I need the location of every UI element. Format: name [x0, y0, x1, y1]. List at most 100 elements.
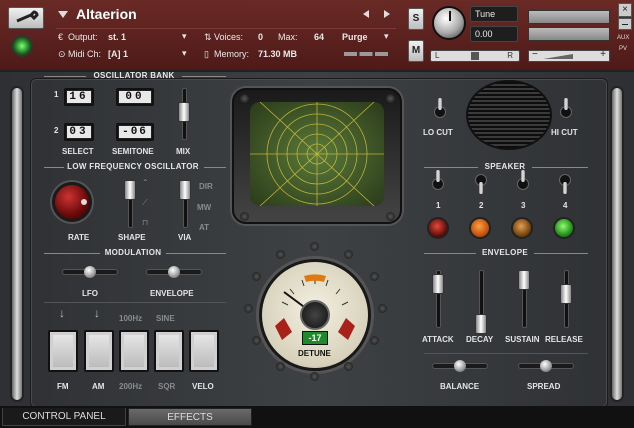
- osc-row1-number: 1: [54, 90, 59, 99]
- osc1-select-counter[interactable]: 16: [64, 88, 94, 106]
- 100hz-label: 100Hz: [119, 314, 143, 323]
- tab-effects[interactable]: EFFECTS: [128, 408, 252, 426]
- am-pad[interactable]: [84, 330, 114, 372]
- speaker-1-toggle[interactable]: [432, 170, 444, 192]
- power-led-icon[interactable]: [11, 35, 33, 57]
- speaker-3-lamp[interactable]: [511, 217, 533, 239]
- mix-slider-thumb[interactable]: [178, 102, 190, 122]
- midi-select[interactable]: [A] 1: [108, 49, 128, 59]
- mute-button[interactable]: M: [408, 40, 424, 62]
- sustain-slider-thumb[interactable]: [518, 270, 530, 290]
- volume-slider[interactable]: − +: [528, 49, 610, 62]
- osc1-select-value: 16: [66, 90, 92, 104]
- wrench-button[interactable]: [8, 7, 44, 29]
- memory-value: 71.30 MB: [258, 49, 298, 59]
- close-button[interactable]: ×: [618, 3, 632, 17]
- instrument-name[interactable]: Altaerion: [76, 6, 137, 22]
- tab-control-panel[interactable]: CONTROL PANEL: [2, 408, 126, 426]
- tune-label-box: Tune: [470, 6, 518, 22]
- purge-meter: [344, 52, 388, 56]
- scope-screw-tl: [240, 94, 249, 103]
- output-label: Output:: [68, 32, 98, 42]
- am-arrow-icon: ↓: [94, 306, 100, 320]
- speaker-2-number: 2: [479, 201, 484, 210]
- envelope-mod-handle[interactable]: [168, 266, 180, 278]
- hi-cut-toggle[interactable]: [560, 98, 572, 120]
- semitone-label: SEMITONE: [112, 147, 154, 156]
- lfo-mod-label: LFO: [82, 289, 98, 298]
- dial-bolt-6: [244, 304, 253, 313]
- lo-cut-toggle[interactable]: [434, 98, 446, 120]
- purge-button[interactable]: Purge: [342, 32, 368, 42]
- sine-label: SINE: [156, 314, 175, 323]
- osc2-semitone-value: -06: [118, 125, 152, 139]
- solo-button[interactable]: S: [408, 8, 424, 30]
- sqr-label: SQR: [158, 382, 176, 391]
- volume-plus-icon: +: [600, 49, 606, 60]
- purge-dropdown-icon[interactable]: ▾: [384, 31, 389, 42]
- speaker-2-toggle[interactable]: [475, 174, 487, 196]
- lfo-title: LOW FREQUENCY OSCILLATOR: [67, 162, 199, 171]
- dial-bolt-9: [370, 336, 379, 345]
- shape-switch-thumb[interactable]: [124, 180, 136, 200]
- speaker-2-lamp[interactable]: [469, 217, 491, 239]
- tune-value: 0.00: [475, 29, 493, 39]
- via-switch-thumb[interactable]: [179, 180, 191, 200]
- pan-slider[interactable]: L R: [430, 50, 520, 62]
- collapse-arrow-icon[interactable]: [58, 11, 68, 18]
- level-meter-right: [528, 27, 610, 41]
- speaker-3-toggle[interactable]: [517, 170, 529, 192]
- release-label: RELEASE: [545, 335, 583, 344]
- detune-display: -17: [302, 331, 328, 345]
- via-option-mw: MW: [197, 203, 212, 212]
- wrench-icon: [16, 10, 39, 23]
- max-voices-value[interactable]: 64: [314, 32, 324, 42]
- pv-button[interactable]: PV: [619, 46, 627, 52]
- scope-grid-icon: [250, 102, 384, 206]
- detune-value: -17: [308, 333, 322, 343]
- speaker-1-number: 1: [436, 201, 441, 210]
- next-instrument-button[interactable]: [384, 10, 390, 18]
- speaker-1-lamp[interactable]: [427, 217, 449, 239]
- detune-label: DETUNE: [298, 349, 331, 358]
- tune-value-field[interactable]: 0.00: [470, 26, 518, 42]
- osc2-semitone-counter[interactable]: -06: [116, 123, 154, 141]
- dial-bolt-8: [252, 336, 261, 345]
- velo-pad[interactable]: [189, 330, 219, 372]
- voices-value: 0: [258, 32, 264, 42]
- osc2-select-counter[interactable]: 03: [64, 123, 94, 141]
- rate-knob[interactable]: [52, 182, 92, 222]
- pan-handle[interactable]: [471, 52, 479, 60]
- attack-slider-thumb[interactable]: [432, 274, 444, 294]
- sustain-label: SUSTAIN: [505, 335, 540, 344]
- output-select[interactable]: st. 1: [108, 32, 126, 42]
- fm-pad[interactable]: [48, 330, 78, 372]
- minimize-button[interactable]: [618, 18, 632, 30]
- tune-knob[interactable]: [432, 6, 466, 40]
- shape-label: SHAPE: [118, 233, 146, 242]
- output-icon: €: [58, 32, 64, 42]
- prev-instrument-button[interactable]: [363, 10, 369, 18]
- 200hz-pad[interactable]: [119, 330, 149, 372]
- sqr-pad[interactable]: [154, 330, 184, 372]
- release-slider-thumb[interactable]: [560, 284, 572, 304]
- balance-handle[interactable]: [454, 360, 466, 372]
- lfo-mod-handle[interactable]: [84, 266, 96, 278]
- output-dropdown-icon[interactable]: ▾: [182, 31, 187, 42]
- speaker-4-toggle[interactable]: [559, 174, 571, 196]
- osc1-semitone-counter[interactable]: 00: [116, 88, 154, 106]
- tune-label: Tune: [475, 9, 496, 19]
- envelope-title: ENVELOPE: [482, 248, 528, 257]
- decay-slider-thumb[interactable]: [475, 314, 487, 334]
- speaker-4-lamp[interactable]: [553, 217, 575, 239]
- max-label: Max:: [278, 32, 298, 42]
- dial-bolt-2: [276, 250, 285, 259]
- speaker-4-number: 4: [563, 201, 568, 210]
- spread-handle[interactable]: [540, 360, 552, 372]
- memory-icon: ▯: [204, 49, 209, 59]
- dial-bolt-12: [310, 372, 319, 381]
- midi-dropdown-icon[interactable]: ▾: [182, 48, 187, 59]
- aux-button[interactable]: AUX: [617, 35, 629, 41]
- dial-bolt-7: [378, 304, 387, 313]
- via-option-at: AT: [199, 223, 210, 232]
